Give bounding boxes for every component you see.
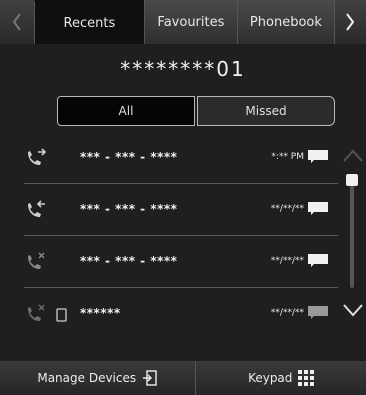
phone-device-icon — [56, 308, 67, 322]
list-item[interactable]: *** - *** - **** **/**/** — [24, 238, 338, 288]
incoming-call-icon — [28, 200, 45, 217]
missed-call-icon — [28, 304, 45, 321]
manage-devices-label: Manage Devices — [37, 371, 137, 385]
chevron-left-icon[interactable] — [0, 0, 34, 44]
call-time: *:** PM — [271, 152, 304, 162]
scroll-down-icon[interactable] — [340, 300, 366, 320]
call-filter: All Missed — [57, 96, 335, 126]
chevron-right-icon[interactable] — [333, 0, 366, 44]
call-time: **/**/** — [270, 204, 304, 214]
filter-missed-button[interactable]: Missed — [197, 96, 335, 126]
missed-call-icon — [28, 252, 45, 269]
row-divider — [24, 235, 338, 236]
scroll-up-icon[interactable] — [340, 146, 366, 166]
call-number: *** - *** - **** — [80, 202, 178, 216]
message-icon[interactable] — [308, 202, 328, 215]
manage-devices-icon — [143, 370, 157, 386]
row-divider — [24, 183, 338, 184]
call-time: **/**/** — [270, 256, 304, 266]
list-item[interactable]: *** - *** - **** **/**/** — [24, 186, 338, 236]
message-icon[interactable] — [308, 306, 328, 319]
tab-favourites[interactable]: Favourites — [143, 0, 237, 44]
message-icon[interactable] — [308, 150, 328, 163]
call-time: **/**/** — [270, 308, 304, 318]
scrollbar-track[interactable] — [350, 178, 354, 288]
message-icon[interactable] — [308, 254, 328, 267]
filter-all-button[interactable]: All — [57, 96, 195, 126]
bottom-bar: Manage Devices Keypad — [0, 361, 366, 395]
phone-number-title: ********01 — [120, 57, 246, 81]
call-number: ****** — [80, 306, 121, 320]
tab-phonebook[interactable]: Phonebook — [236, 0, 334, 44]
keypad-button[interactable]: Keypad — [196, 361, 366, 395]
call-number: *** - *** - **** — [80, 254, 178, 268]
list-item[interactable]: ****** **/**/** — [24, 290, 338, 340]
row-divider — [24, 287, 338, 288]
call-number: *** - *** - **** — [80, 150, 178, 164]
tab-bar: Recents Favourites Phonebook — [0, 0, 366, 44]
list-item[interactable]: *** - *** - **** *:** PM — [24, 134, 338, 184]
manage-devices-button[interactable]: Manage Devices — [0, 361, 197, 395]
phone-screen: Recents Favourites Phonebook ********01 … — [0, 0, 366, 395]
keypad-icon — [298, 370, 315, 386]
tab-recents[interactable]: Recents — [33, 0, 144, 44]
outgoing-call-icon — [28, 148, 47, 165]
scrollbar-thumb[interactable] — [346, 174, 358, 186]
keypad-label: Keypad — [248, 371, 293, 385]
